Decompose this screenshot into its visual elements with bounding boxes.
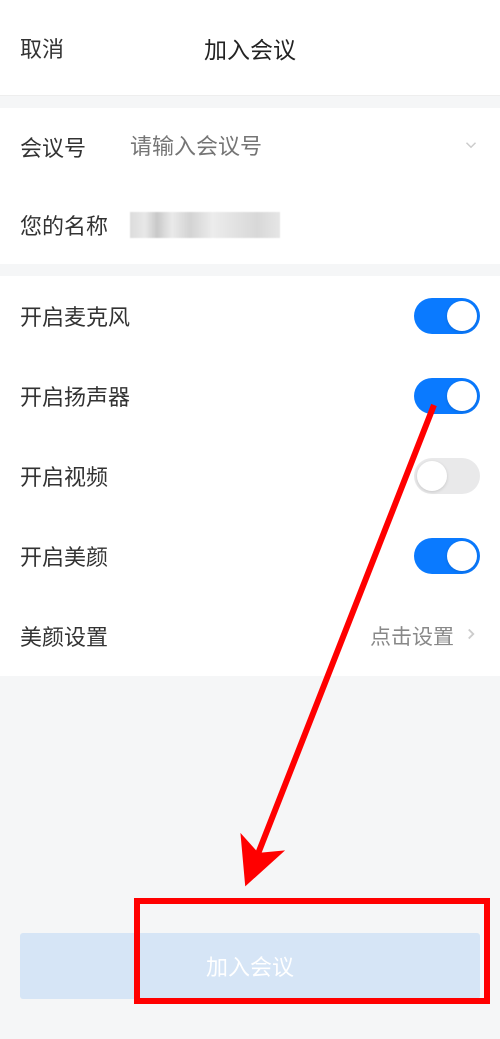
bottom-area: 加入会议: [0, 933, 500, 1039]
meeting-id-input[interactable]: [130, 134, 462, 160]
page-title: 加入会议: [0, 31, 500, 65]
microphone-row: 开启麦克风: [0, 276, 500, 356]
microphone-toggle[interactable]: [414, 298, 480, 334]
beauty-settings-row[interactable]: 美颜设置 点击设置: [0, 596, 500, 676]
chevron-down-icon[interactable]: [462, 136, 480, 159]
beauty-settings-value: 点击设置: [370, 621, 454, 651]
beauty-label: 开启美颜: [20, 540, 108, 572]
chevron-right-icon: [462, 625, 480, 648]
your-name-value-blurred: [130, 212, 280, 238]
meeting-id-row[interactable]: 会议号: [0, 108, 500, 186]
your-name-row[interactable]: 您的名称: [0, 186, 500, 264]
meeting-id-label: 会议号: [20, 131, 130, 163]
beauty-toggle[interactable]: [414, 538, 480, 574]
speaker-row: 开启扬声器: [0, 356, 500, 436]
speaker-label: 开启扬声器: [20, 380, 130, 412]
beauty-row: 开启美颜: [0, 516, 500, 596]
video-label: 开启视频: [20, 460, 108, 492]
join-meeting-button[interactable]: 加入会议: [20, 933, 480, 999]
video-row: 开启视频: [0, 436, 500, 516]
microphone-label: 开启麦克风: [20, 300, 130, 332]
speaker-toggle[interactable]: [414, 378, 480, 414]
beauty-settings-label: 美颜设置: [20, 620, 108, 652]
video-toggle[interactable]: [414, 458, 480, 494]
header: 取消 加入会议: [0, 0, 500, 96]
your-name-label: 您的名称: [20, 209, 130, 241]
options-section: 开启麦克风 开启扬声器 开启视频 开启美颜 美颜设置 点击设置: [0, 276, 500, 676]
cancel-button[interactable]: 取消: [20, 32, 64, 64]
meeting-info-section: 会议号 您的名称: [0, 108, 500, 264]
